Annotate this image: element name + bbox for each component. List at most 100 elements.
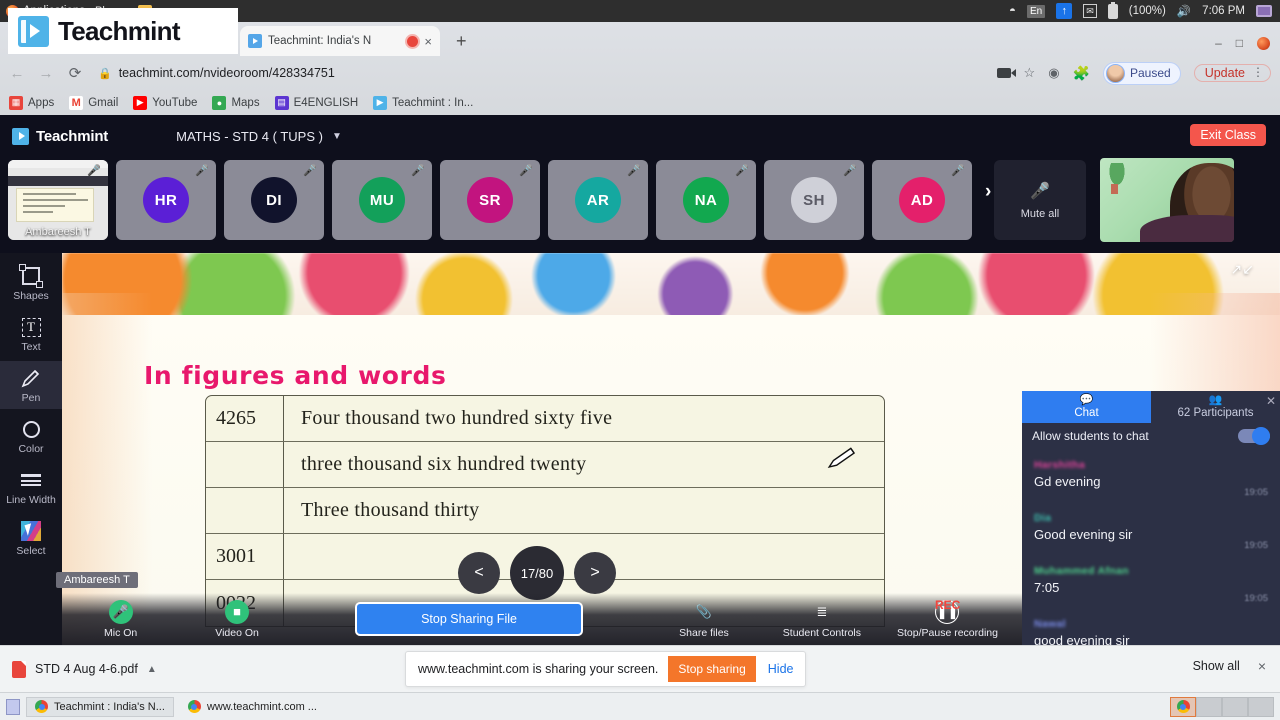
download-item[interactable]: STD 4 Aug 4-6.pdf ▲: [12, 660, 157, 678]
mute-all-button[interactable]: 🎤 Mute all: [994, 160, 1086, 240]
participants-next-arrow-icon[interactable]: ›: [985, 181, 991, 203]
student-controls-button[interactable]: ≣ Student Controls: [783, 600, 861, 639]
bookmark-label: Apps: [28, 96, 55, 109]
share-files-button[interactable]: 📎 Share files: [679, 600, 729, 639]
participant-tile[interactable]: 🎤 SR: [440, 160, 540, 240]
os-clock[interactable]: 7:06 PM: [1202, 5, 1245, 17]
extension-color-icon[interactable]: ◉: [1048, 65, 1059, 81]
bookmark-star-icon[interactable]: ☆: [1024, 65, 1036, 81]
omnibox-row: ← → ⟳ 🔒 teachmint.com/nvideoroom/4283347…: [0, 56, 1280, 90]
browser-tab[interactable]: Teachmint: India's N ×: [240, 26, 440, 56]
self-video-tile[interactable]: [1100, 158, 1234, 242]
volume-icon[interactable]: 🔊: [1177, 4, 1191, 18]
stop-sharing-file-button[interactable]: Stop Sharing File: [355, 602, 584, 636]
minimize-button[interactable]: –: [1215, 36, 1222, 50]
workspace-1[interactable]: [1170, 696, 1196, 717]
teachmint-favicon: [248, 34, 262, 48]
chevron-up-icon[interactable]: ▲: [147, 664, 157, 675]
chevron-down-icon[interactable]: ▼: [332, 131, 342, 142]
teachmint-header-logo[interactable]: Teachmint: [12, 127, 109, 145]
share-notice-text: www.teachmint.com is sharing your screen…: [418, 662, 659, 676]
chrome-menu-icon[interactable]: ⋮: [1252, 66, 1264, 78]
bookmark-youtube[interactable]: ▶ YouTube: [133, 95, 197, 110]
stop-sharing-button[interactable]: Stop sharing: [668, 656, 756, 682]
tool-color[interactable]: Color: [0, 412, 62, 460]
maximize-button[interactable]: □: [1236, 36, 1243, 50]
participant-tile[interactable]: 🎤 MU: [332, 160, 432, 240]
next-page-button[interactable]: >: [574, 552, 616, 594]
workspace-4[interactable]: [1248, 696, 1274, 717]
participant-tile[interactable]: 🎤 AD: [872, 160, 972, 240]
video-toggle[interactable]: ■ Video On: [215, 599, 259, 639]
figure-cell: [206, 488, 284, 533]
camera-icon: ■: [225, 599, 250, 624]
downloads-bar-actions: Show all ×: [1193, 658, 1266, 674]
bookmark-e4english[interactable]: ▤ E4ENGLISH: [274, 95, 358, 110]
display-icon[interactable]: [1256, 5, 1272, 17]
forward-icon[interactable]: →: [38, 65, 54, 82]
color-circle-icon: [22, 418, 40, 440]
tool-text[interactable]: T Text: [0, 310, 62, 358]
hide-notice-button[interactable]: Hide: [756, 662, 806, 676]
show-desktop-button[interactable]: [6, 698, 20, 715]
tool-line-width[interactable]: Line Width: [0, 463, 62, 511]
taskbar-window-1[interactable]: Teachmint : India's N...: [26, 696, 174, 717]
back-icon[interactable]: ←: [9, 65, 25, 82]
mic-toggle[interactable]: 🎤 Mic On: [104, 599, 137, 639]
workspace-switcher: [1170, 696, 1274, 717]
battery-icon[interactable]: [1107, 1, 1118, 19]
participant-initials: MU: [359, 177, 405, 223]
message-sender: Muhammed Afnan: [1034, 565, 1129, 577]
tool-shapes[interactable]: Shapes: [0, 259, 62, 307]
participant-tile[interactable]: 🎤 NA: [656, 160, 756, 240]
show-all-downloads-button[interactable]: Show all: [1193, 659, 1240, 673]
workspace-3[interactable]: [1222, 696, 1248, 717]
wifi-icon[interactable]: ◓: [1009, 5, 1016, 17]
participant-tile[interactable]: 🎤 AR: [548, 160, 648, 240]
profile-button[interactable]: Paused: [1102, 61, 1181, 85]
recording-button[interactable]: ❚❚ REC Stop/Pause recording: [897, 598, 998, 639]
fullscreen-expand-icon[interactable]: ↗↙: [1231, 261, 1254, 278]
extensions-puzzle-icon[interactable]: 🧩: [1073, 65, 1090, 82]
close-icon[interactable]: ✕: [1266, 394, 1276, 408]
tab-close-icon[interactable]: ×: [424, 34, 432, 49]
prev-page-button[interactable]: <: [458, 552, 500, 594]
teachmint-brand-label: Teachmint: [36, 127, 109, 145]
words-cell: Four thousand two hundred sixty five: [301, 407, 613, 429]
screen-share-notification: www.teachmint.com is sharing your screen…: [405, 651, 807, 687]
workspace-2[interactable]: [1196, 696, 1222, 717]
close-downloads-bar-icon[interactable]: ×: [1258, 658, 1266, 674]
profile-status-label: Paused: [1129, 66, 1171, 80]
select-cursor-icon: [21, 520, 41, 542]
taskbar-window-2[interactable]: www.teachmint.com ...: [180, 697, 325, 717]
bookmark-gmail[interactable]: M Gmail: [69, 95, 118, 110]
mail-icon[interactable]: ✉: [1083, 4, 1097, 18]
tool-select[interactable]: Select: [0, 514, 62, 562]
bookmark-maps[interactable]: ● Maps: [212, 95, 260, 110]
new-tab-button[interactable]: +: [456, 31, 467, 56]
youtube-icon: ▶: [133, 95, 148, 110]
keyboard-language-indicator[interactable]: En: [1026, 4, 1046, 18]
tab-chat[interactable]: 💬 Chat: [1022, 391, 1151, 423]
participant-tile[interactable]: 🎤 HR: [116, 160, 216, 240]
message-time: 19:05: [1244, 487, 1268, 498]
address-bar[interactable]: 🔒 teachmint.com/nvideoroom/428334751: [96, 60, 984, 86]
shared-screen-tile[interactable]: 🎤 Ambareesh T: [8, 160, 108, 240]
tab-participants[interactable]: 👥 62 Participants: [1151, 391, 1280, 423]
bookmark-apps[interactable]: ▦ Apps: [9, 95, 55, 110]
tab-recording-indicator-icon[interactable]: [407, 35, 419, 47]
camera-access-icon[interactable]: [996, 68, 1016, 78]
tool-pen[interactable]: Pen: [0, 361, 62, 409]
participant-initials: HR: [143, 177, 189, 223]
allow-chat-toggle[interactable]: [1238, 427, 1270, 445]
reload-icon[interactable]: ⟳: [67, 64, 83, 82]
exit-class-button[interactable]: Exit Class: [1190, 124, 1266, 146]
class-selector[interactable]: MATHS - STD 4 ( TUPS ) ▼: [176, 129, 342, 144]
close-window-button[interactable]: [1257, 36, 1270, 50]
bluetooth-icon[interactable]: ↑: [1056, 3, 1073, 19]
bookmark-teachmint[interactable]: ▶ Teachmint : In...: [373, 95, 473, 110]
participant-tile[interactable]: 🎤 SH: [764, 160, 864, 240]
participant-tile[interactable]: 🎤 DI: [224, 160, 324, 240]
participant-initials: AR: [575, 177, 621, 223]
update-button[interactable]: Update ⋮: [1193, 64, 1271, 82]
